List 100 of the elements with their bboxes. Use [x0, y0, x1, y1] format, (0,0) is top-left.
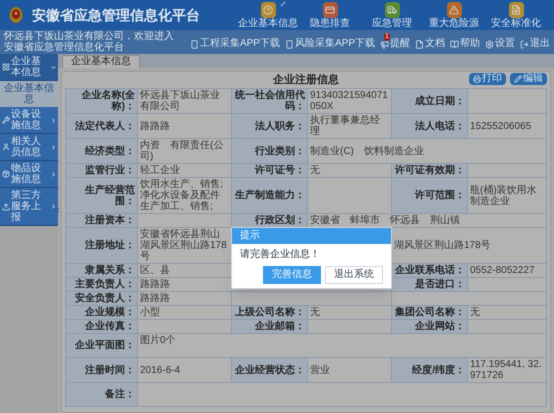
phone-icon — [284, 40, 294, 48]
primary-button[interactable]: 完善信息 — [263, 266, 321, 284]
field-label: 生产制造能力： — [232, 178, 308, 214]
field-value: 瓶(桶)装饮用水制造企业 — [468, 178, 546, 214]
dialog-message: 请完善企业信息！ — [239, 248, 321, 262]
app-title: 安徽省应急管理信息化平台 — [32, 6, 200, 24]
panel-title: 企业注册信息 — [273, 74, 339, 86]
field-value: 小型 — [138, 306, 232, 320]
field-value: 安徽省怀远县荆山湖风景区荆山路178号 — [138, 228, 232, 264]
box-icon — [2, 170, 10, 178]
field-value: 饮用水生产、销售;净化水设备及配件生产加工、销售; — [138, 178, 232, 214]
module-button[interactable]: 隐患排查 — [300, 2, 360, 28]
field-label: 注册时间： — [66, 358, 138, 382]
field-value: 执行董事兼总经理 — [308, 114, 392, 138]
print-button[interactable]: 打印 — [469, 73, 506, 85]
tab[interactable]: 企业基本信息 — [62, 55, 140, 68]
sidebar-item[interactable]: 物品设施信息 — [0, 161, 58, 188]
minimize-icon[interactable] — [280, 0, 286, 6]
field-value: 路路路 — [138, 114, 232, 138]
field-value: 区、县 — [138, 264, 232, 278]
toolbar-link[interactable]: 工程采集APP下载 — [200, 38, 280, 50]
field-label: 企业邮箱： — [232, 320, 308, 334]
field-value: 路路路 — [138, 278, 232, 292]
field-value: 图片0个 — [138, 334, 546, 358]
field-label: 企业规模： — [66, 306, 138, 320]
module-button[interactable]: 企业基本信息 — [238, 2, 298, 28]
chevron-right-icon — [50, 203, 57, 210]
field-label: 企业名称(全称)： — [66, 88, 138, 114]
module-button[interactable]: 应急管理 — [362, 2, 422, 28]
field-value: 路路路 — [138, 292, 232, 306]
chevron-right-icon — [50, 144, 57, 150]
field-label: 隶属关系： — [66, 264, 138, 278]
field-label: 上级公司名称： — [232, 306, 308, 320]
field-label: 统一社会信用代码： — [232, 88, 308, 114]
toolbar-link[interactable]: 提醒 — [390, 38, 410, 50]
sidebar-subitem[interactable]: 企业基本信息 — [0, 81, 58, 107]
field-label: 行政区划： — [232, 214, 308, 228]
printer-icon — [473, 75, 481, 83]
sidebar-item[interactable]: 相关人员信息 — [0, 134, 58, 161]
field-label: 注册资本： — [66, 214, 138, 228]
field-value: 内资 有限责任(公司) — [138, 138, 232, 164]
field-label: 法人电话： — [392, 114, 468, 138]
field-value: 0552-8052227 — [468, 264, 546, 278]
book-icon — [450, 40, 459, 48]
file-icon — [415, 40, 424, 48]
field-label: 成立日期： — [392, 88, 468, 114]
field-label: 注册地址： — [66, 228, 138, 264]
field-label: 经度/纬度： — [392, 358, 468, 382]
field-value: 2016-6-4 — [138, 358, 232, 382]
field-value: 无 — [308, 306, 392, 320]
pencil-icon — [514, 75, 522, 83]
toolbar-link[interactable]: 风险采集APP下载 — [294, 38, 375, 50]
toolbar-link[interactable]: 设置 — [495, 38, 515, 50]
toolbar-link[interactable]: 文档 — [425, 38, 445, 50]
settings-icon — [485, 40, 494, 48]
field-label: 生产经营范围： — [66, 178, 138, 214]
welcome-text: 怀远县下坂山茶业有限公司，欢迎进入安徽省应急管理信息化平台 — [4, 31, 175, 53]
sidebar-item[interactable]: 企业基本信息 — [0, 54, 58, 81]
field-label: 备注： — [66, 382, 138, 406]
toolbar-link[interactable]: 退出 — [530, 38, 550, 50]
sidebar-item[interactable]: 设备设施信息 — [0, 107, 58, 134]
user-icon — [2, 143, 10, 151]
chevron-down-icon — [50, 64, 57, 70]
phone-icon — [190, 40, 199, 48]
field-value: 安徽省 蚌埠市 怀远县 荆山镇 — [308, 214, 546, 228]
field-label: 是否进口： — [392, 278, 468, 292]
field-label: 许可证号： — [232, 164, 308, 178]
toolbar-link[interactable]: 帮助 — [460, 38, 480, 50]
field-value: 轻工企业 — [138, 164, 232, 178]
field-label: 法人职务： — [232, 114, 308, 138]
chevron-right-icon — [50, 116, 57, 124]
dialog-title: 提示 — [232, 228, 391, 244]
field-value: 无 — [308, 164, 392, 178]
grid-icon — [2, 63, 10, 71]
field-label: 企业联系电话： — [392, 264, 468, 278]
field-label: 许可证有效期： — [392, 164, 468, 178]
wrench-icon — [2, 116, 10, 124]
field-label: 法定代表人： — [66, 114, 138, 138]
sidebar-item[interactable]: 第三方服务上报 — [0, 188, 58, 226]
upload-icon — [2, 202, 10, 210]
field-label: 企业网站： — [392, 320, 468, 334]
field-value: 117.195441, 32.971726 — [468, 358, 546, 382]
field-value: 制造业(C) 饮料制造企业 — [308, 138, 546, 164]
field-value: 15255206065 — [468, 114, 546, 138]
field-value: 怀远县下坂山茶业有限公司 — [138, 88, 232, 114]
field-value: 无 — [468, 306, 546, 320]
edit-button[interactable]: 编辑 — [510, 73, 547, 85]
emblem-icon — [8, 5, 24, 25]
field-value: 营业 — [308, 358, 392, 382]
field-value: 湖风景区荆山路178号 — [392, 228, 546, 264]
field-label: 经济类型： — [66, 138, 138, 164]
field-label: 集团公司名称： — [392, 306, 468, 320]
field-value: 91340321594071050X — [308, 88, 392, 114]
module-button[interactable]: 重大危险源 — [424, 2, 484, 28]
module-button[interactable]: 安全标准化 — [486, 2, 546, 28]
field-label: 行业类别： — [232, 138, 308, 164]
field-label: 企业平面图： — [66, 334, 138, 358]
secondary-button[interactable]: 退出系统 — [325, 266, 383, 284]
megaphone-icon — [380, 40, 389, 48]
field-label: 许可范围： — [392, 178, 468, 214]
